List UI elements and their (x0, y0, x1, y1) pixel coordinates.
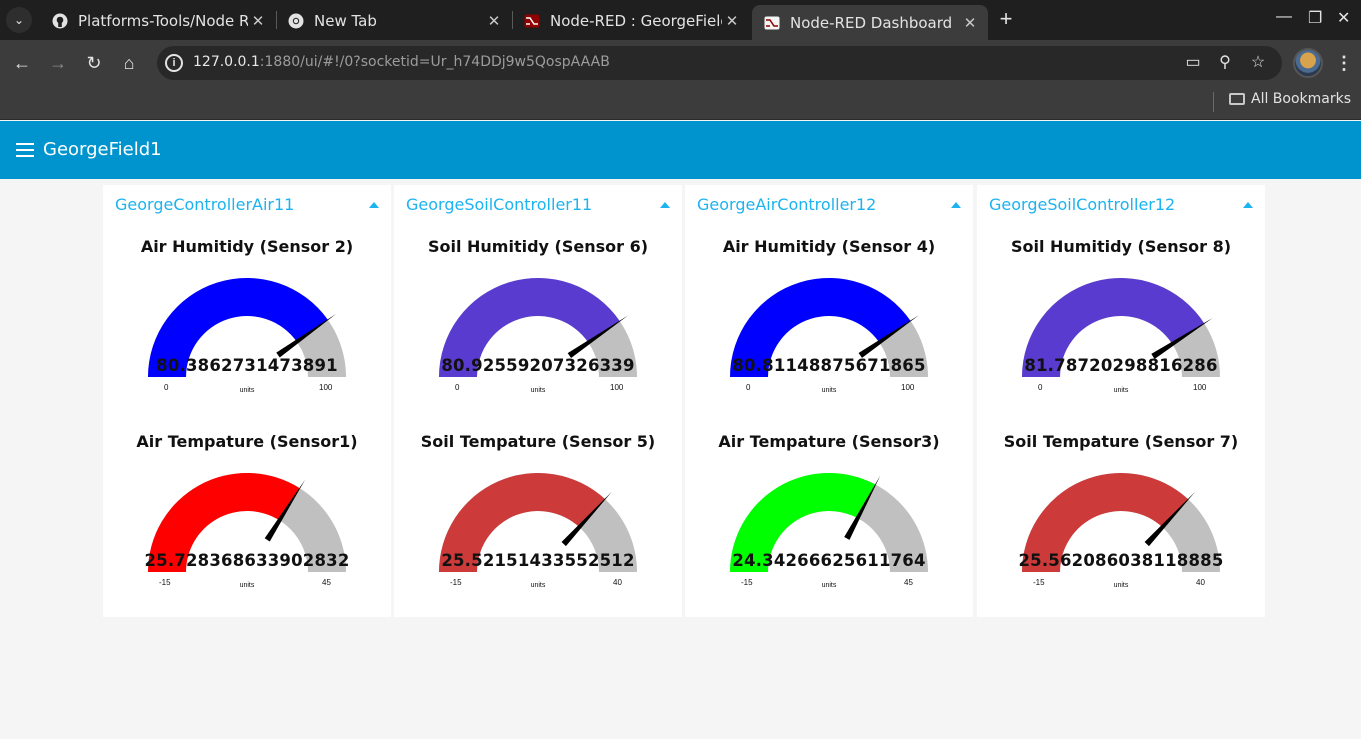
maximize-icon[interactable]: ❐ (1308, 8, 1322, 28)
gauge-widget: Air Humitidy (Sensor 4) 80.81148875671865… (685, 237, 973, 417)
gauge-units-label: units (1113, 387, 1129, 394)
gauge-widget: Air Tempature (Sensor3) 24.34266625611764… (685, 432, 973, 612)
tab-nodered-dashboard[interactable]: Node-RED Dashboard ✕ (752, 5, 988, 40)
tab-github[interactable]: Platforms-Tools/Node R ✕ (40, 5, 276, 36)
gauge-label: Air Humitidy (Sensor 4) (722, 237, 936, 256)
gauge-widget: Soil Humitidy (Sensor 6) 80.9255920732633… (394, 237, 682, 417)
zoom-icon[interactable]: ⚲ (1215, 53, 1235, 73)
bookmark-star-icon[interactable]: ☆ (1248, 53, 1268, 73)
github-icon (52, 13, 68, 29)
group-card: GeorgeAirController12 Air Humitidy (Senso… (685, 185, 973, 617)
close-icon[interactable]: ✕ (722, 12, 742, 30)
browser-toolbar: ← → ↻ ⌂ i 127.0.0.1:1880/ui/#!/0?socketi… (0, 40, 1361, 86)
gauge-widget: Soil Humitidy (Sensor 8) 81.7872029881628… (977, 237, 1265, 417)
gauge-value: 25.52151433552512 (441, 551, 635, 570)
gauge-value: 80.3862731473891 (156, 356, 338, 375)
profile-avatar[interactable] (1293, 48, 1323, 78)
all-bookmarks-button[interactable]: All Bookmarks (1229, 91, 1351, 107)
tab-search-chevron-icon[interactable]: ⌄ (6, 7, 32, 33)
gauge-value: 80.92559207326339 (441, 356, 635, 375)
gauge-label: Air Tempature (Sensor1) (136, 432, 358, 451)
group-card: GeorgeSoilController11 Soil Humitidy (Sen… (394, 185, 682, 617)
close-icon[interactable]: ✕ (960, 14, 980, 32)
group-title: GeorgeSoilController11 (406, 195, 593, 214)
dashboard-header: GeorgeField1 (0, 121, 1361, 179)
gauge-label: Soil Humitidy (Sensor 8) (1010, 237, 1232, 256)
collapse-arrow-icon[interactable] (369, 202, 379, 208)
gauge-widget: Air Humitidy (Sensor 2) 80.3862731473891 0… (103, 237, 391, 417)
gauge-label: Soil Humitidy (Sensor 6) (427, 237, 649, 256)
close-icon[interactable]: ✕ (484, 12, 504, 30)
hamburger-menu-icon[interactable] (16, 143, 34, 157)
group-card: GeorgeSoilController12 Soil Humitidy (Sen… (977, 185, 1265, 617)
url-text[interactable]: 127.0.0.1:1880/ui/#!/0?socketid=Ur_h74DD… (193, 54, 610, 70)
tab-title: Platforms-Tools/Node R (78, 11, 248, 30)
gauge-label: Air Humitidy (Sensor 2) (140, 237, 354, 256)
group-title: GeorgeAirController12 (697, 195, 877, 214)
chrome-icon (288, 13, 304, 29)
bookmarks-divider (1213, 92, 1214, 112)
gauge-units-label: units (239, 387, 255, 394)
collapse-arrow-icon[interactable] (1243, 202, 1253, 208)
gauge-units-label: units (821, 582, 837, 589)
gauge-units-label: units (821, 387, 837, 394)
close-icon[interactable]: ✕ (248, 12, 268, 30)
gauge-value: 81.78720298816286 (1024, 356, 1218, 375)
collapse-arrow-icon[interactable] (660, 202, 670, 208)
collapse-arrow-icon[interactable] (951, 202, 961, 208)
install-app-icon[interactable]: ▭ (1183, 53, 1203, 73)
all-bookmarks-label: All Bookmarks (1251, 91, 1352, 107)
home-icon[interactable]: ⌂ (117, 51, 141, 75)
group-title: GeorgeSoilController12 (989, 195, 1176, 214)
more-menu-icon[interactable]: ⋮ (1334, 51, 1354, 75)
gauge-units-label: units (530, 582, 546, 589)
minimize-icon[interactable]: — (1276, 8, 1292, 26)
tab-title: Node-RED : GeorgeField (550, 11, 722, 30)
dashboard-title: GeorgeField1 (43, 139, 162, 160)
gauge-widget: Soil Tempature (Sensor 5) 25.521514335525… (394, 432, 682, 612)
browser-tab-bar: ⌄ Platforms-Tools/Node R ✕ New Tab ✕ Nod… (0, 0, 1361, 40)
gauge-value: 25.562086038118885 (1018, 551, 1224, 570)
gauge-value: 24.34266625611764 (732, 551, 926, 570)
gauge-label: Soil Tempature (Sensor 7) (1003, 432, 1239, 451)
tab-nodered-editor[interactable]: Node-RED : GeorgeField ✕ (512, 5, 750, 36)
reload-icon[interactable]: ↻ (82, 51, 106, 75)
folder-icon (1229, 93, 1245, 105)
gauge-label: Soil Tempature (Sensor 5) (420, 432, 656, 451)
gauge-value: 25.728368633902832 (144, 551, 350, 570)
group-title: GeorgeControllerAir11 (115, 195, 295, 214)
site-info-icon[interactable]: i (165, 54, 183, 72)
gauge-widget: Soil Tempature (Sensor 7) 25.562086038118… (977, 432, 1265, 612)
bookmarks-bar: All Bookmarks (0, 86, 1361, 120)
tab-title: New Tab (314, 11, 377, 30)
window-close-icon[interactable]: ✕ (1337, 8, 1350, 28)
gauge-units-label: units (1113, 582, 1129, 589)
new-tab-plus-icon[interactable]: + (994, 8, 1018, 32)
gauge-widget: Air Tempature (Sensor1) 25.72836863390283… (103, 432, 391, 612)
forward-arrow-icon[interactable]: → (46, 51, 70, 75)
gauge-label: Air Tempature (Sensor3) (718, 432, 940, 451)
back-arrow-icon[interactable]: ← (10, 51, 34, 75)
gauge-units-label: units (530, 387, 546, 394)
tab-new-tab[interactable]: New Tab ✕ (276, 5, 512, 36)
group-card: GeorgeControllerAir11 Air Humitidy (Senso… (103, 185, 391, 617)
nodered-icon (764, 15, 780, 31)
gauge-units-label: units (239, 582, 255, 589)
gauge-value: 80.81148875671865 (732, 356, 926, 375)
tab-title: Node-RED Dashboard (790, 13, 953, 32)
nodered-icon (524, 13, 540, 29)
address-bar[interactable]: i 127.0.0.1:1880/ui/#!/0?socketid=Ur_h74… (157, 46, 1282, 80)
